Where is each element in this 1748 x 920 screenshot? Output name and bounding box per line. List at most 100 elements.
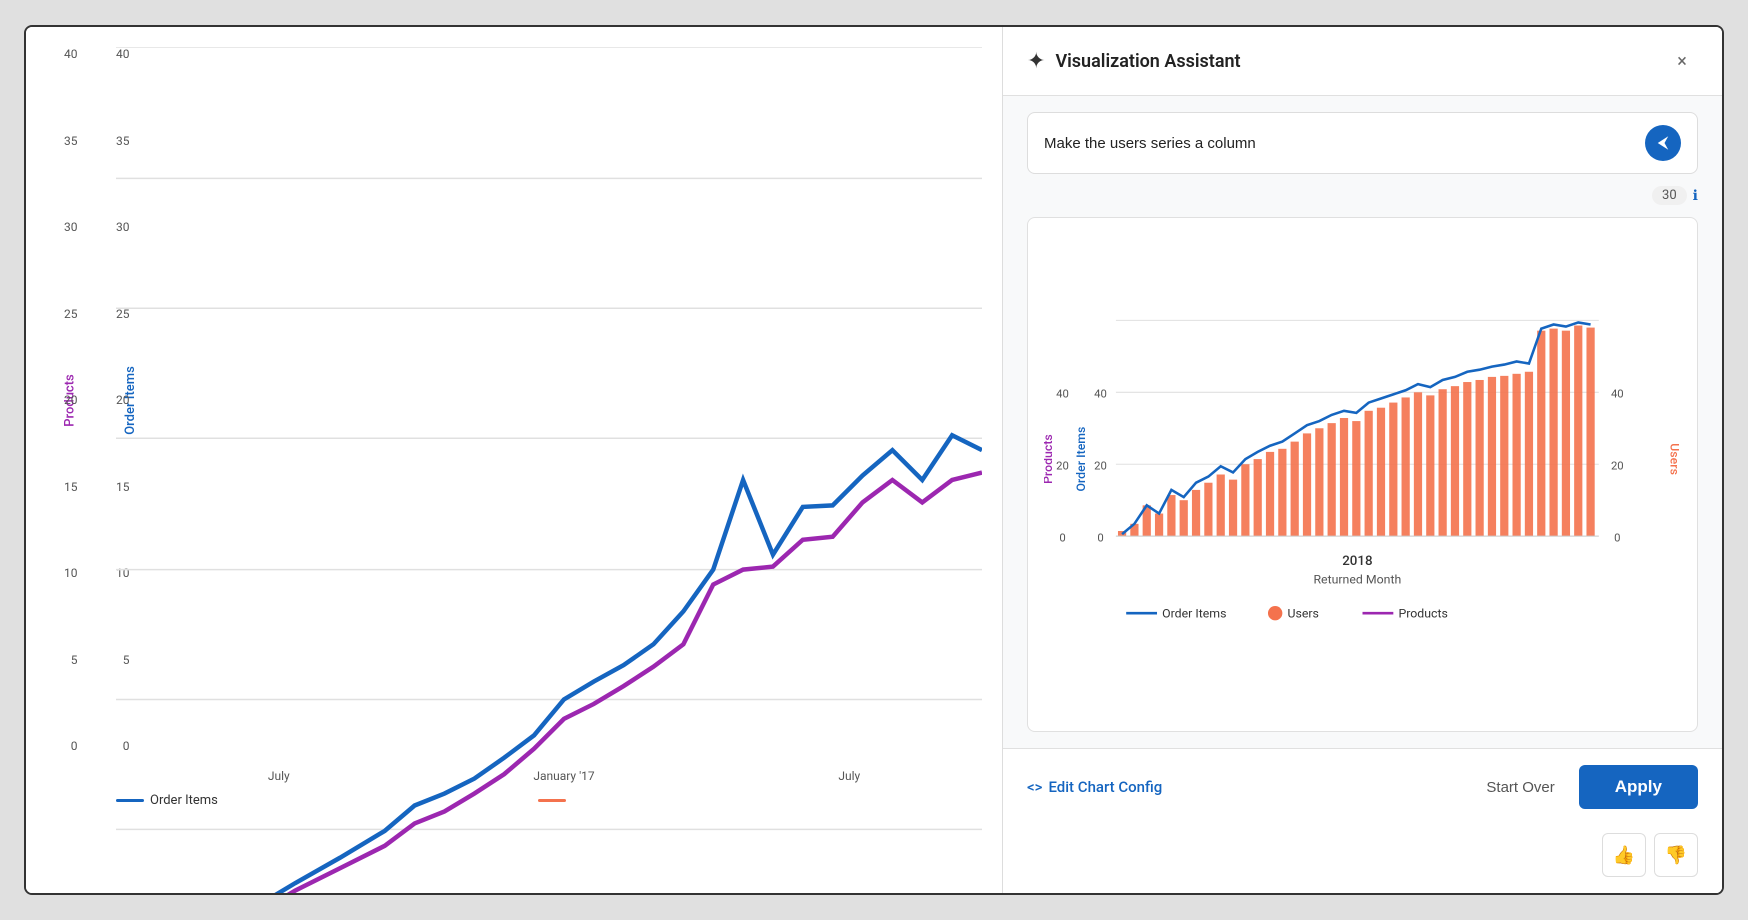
panel-title: Visualization Assistant: [1055, 51, 1240, 72]
legend-line-blue: [116, 799, 144, 802]
y-tick-left-20: 20: [1056, 459, 1069, 472]
preview-chart-box: 0 20 40 Products 0 20 40 Order Items 0 2…: [1027, 217, 1698, 732]
close-icon: ×: [1677, 51, 1687, 72]
counter-badge: 30: [1652, 186, 1687, 205]
panel-body: 30 ℹ 0 20 40: [1003, 96, 1722, 748]
y-tick: 25: [64, 307, 78, 321]
y-tick: 15: [64, 480, 78, 494]
thumbs-down-button[interactable]: 👎: [1654, 833, 1698, 877]
y-label-users: Users: [1667, 443, 1681, 475]
send-icon: [1654, 134, 1672, 152]
query-input[interactable]: [1044, 135, 1635, 152]
y-tick-right-40: 40: [1611, 387, 1624, 400]
y-tick: 35: [64, 134, 78, 148]
legend-products: [538, 799, 566, 802]
bar: [1426, 395, 1434, 536]
bar: [1192, 490, 1200, 536]
legend-dot-orange: [538, 799, 566, 802]
bar: [1574, 326, 1582, 537]
y-tick-right-20: 20: [1611, 459, 1624, 472]
y-tick: 30: [64, 220, 78, 234]
left-line-chart: [116, 47, 982, 893]
bar: [1402, 397, 1410, 536]
bar: [1525, 372, 1533, 536]
panel-header-left: ✦ Visualization Assistant: [1027, 49, 1241, 74]
query-input-row: [1027, 112, 1698, 174]
left-chart-panel: Products 0 5 10 15 20 25 30 35 40 Order …: [26, 27, 1002, 893]
bar: [1241, 464, 1249, 536]
legend-label-products: Products: [1398, 607, 1447, 621]
bar: [1476, 380, 1484, 536]
bar: [1303, 433, 1311, 536]
y-tick-right-0: 0: [1614, 531, 1620, 544]
action-row: <> Edit Chart Config Start Over Apply: [1003, 748, 1722, 825]
bar: [1328, 423, 1336, 536]
feedback-row: 👍 👎: [1003, 825, 1722, 893]
bar: [1377, 408, 1385, 536]
legend-label-orderitems: Order Items: [1162, 607, 1226, 621]
preview-chart-inner: 0 20 40 Products 0 20 40 Order Items 0 2…: [1044, 234, 1681, 715]
bar: [1586, 328, 1594, 537]
y-tick: 20: [64, 393, 78, 407]
bar: [1537, 331, 1545, 536]
bar: [1266, 452, 1274, 536]
counter-icon: ℹ: [1693, 188, 1698, 204]
y-tick: 10: [64, 566, 78, 580]
x-year-label: 2018: [1342, 554, 1372, 569]
x-axis-label: Returned Month: [1313, 573, 1401, 587]
thumbs-down-icon: 👎: [1665, 845, 1687, 866]
y-tick-mid-40: 40: [1094, 387, 1107, 400]
edit-chart-config-button[interactable]: <> Edit Chart Config: [1027, 778, 1162, 796]
bar: [1315, 428, 1323, 536]
bar: [1513, 374, 1521, 536]
start-over-button[interactable]: Start Over: [1474, 771, 1566, 804]
close-button[interactable]: ×: [1666, 45, 1698, 77]
bar: [1217, 475, 1225, 537]
bar: [1291, 442, 1299, 537]
bar: [1180, 500, 1188, 536]
action-right: Start Over Apply: [1474, 765, 1698, 809]
bar: [1451, 386, 1459, 536]
y-tick-left-0: 0: [1059, 531, 1065, 544]
y-tick: 5: [71, 653, 78, 667]
bar: [1488, 377, 1496, 536]
y-tick-mid-0: 0: [1097, 531, 1103, 544]
bar: [1254, 459, 1262, 536]
counter-row: 30 ℹ: [1027, 186, 1698, 205]
edit-config-label: Edit Chart Config: [1048, 778, 1162, 796]
thumbs-up-icon: 👍: [1613, 845, 1635, 866]
y-tick-left-40: 40: [1056, 387, 1069, 400]
panel-header: ✦ Visualization Assistant ×: [1003, 27, 1722, 96]
bar: [1155, 514, 1163, 537]
bar: [1278, 449, 1286, 536]
bar: [1439, 389, 1447, 536]
x-tick-jan17: January '17: [533, 769, 594, 783]
legend-dot-users: [1268, 606, 1282, 620]
bar: [1389, 403, 1397, 537]
thumbs-up-button[interactable]: 👍: [1602, 833, 1646, 877]
bar: [1414, 392, 1422, 536]
edit-config-icon: <>: [1027, 778, 1042, 796]
bar: [1204, 483, 1212, 536]
x-tick-july2: July: [838, 769, 860, 783]
apply-button[interactable]: Apply: [1579, 765, 1698, 809]
send-button[interactable]: [1645, 125, 1681, 161]
y-tick: 0: [71, 739, 78, 753]
y-tick: 40: [64, 47, 78, 61]
bar: [1167, 495, 1175, 536]
legend-label-users: Users: [1287, 607, 1318, 621]
x-tick-july: July: [268, 769, 290, 783]
visualization-assistant-panel: ✦ Visualization Assistant × 30 ℹ: [1002, 27, 1722, 893]
bar: [1340, 418, 1348, 536]
bar: [1549, 329, 1557, 537]
left-chart-legend: Order Items: [116, 793, 566, 808]
legend-order-items: Order Items: [116, 793, 218, 808]
bar: [1229, 480, 1237, 537]
bar: [1500, 376, 1508, 536]
bar: [1463, 382, 1471, 536]
y-tick-mid-20: 20: [1094, 459, 1107, 472]
bar: [1352, 421, 1360, 536]
preview-chart-svg: 0 20 40 Products 0 20 40 Order Items 0 2…: [1044, 234, 1681, 715]
bar: [1562, 331, 1570, 536]
bar: [1365, 411, 1373, 536]
